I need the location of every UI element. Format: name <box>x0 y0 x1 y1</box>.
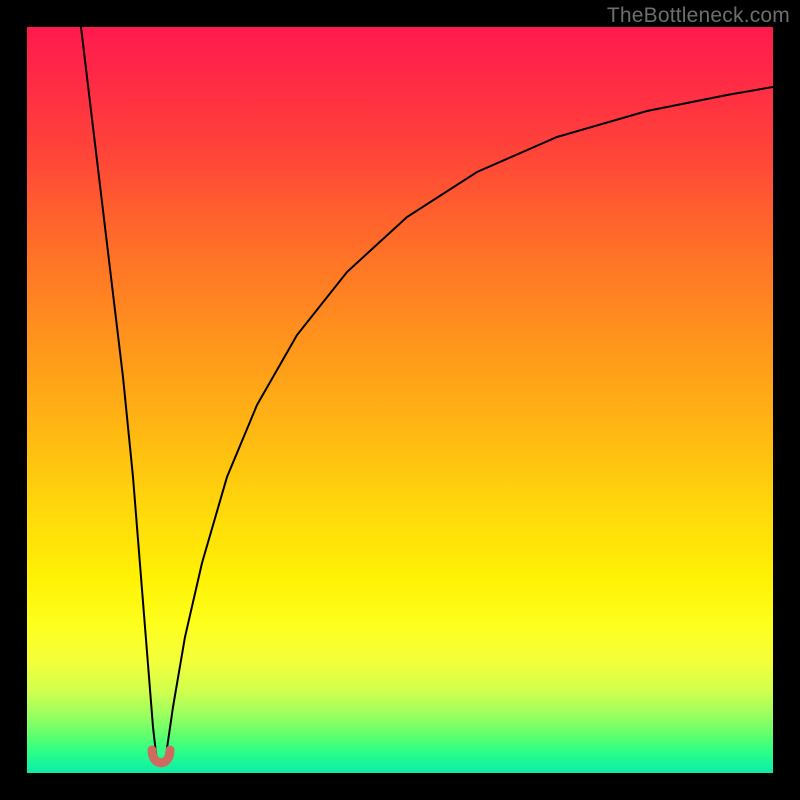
plot-area <box>27 27 773 773</box>
left-branch-curve <box>81 27 157 762</box>
watermark-text: TheBottleneck.com <box>607 4 790 28</box>
curve-layer <box>27 27 773 773</box>
right-branch-curve <box>165 87 773 762</box>
chart-frame: TheBottleneck.com <box>0 0 800 800</box>
cusp-marker <box>152 750 170 763</box>
